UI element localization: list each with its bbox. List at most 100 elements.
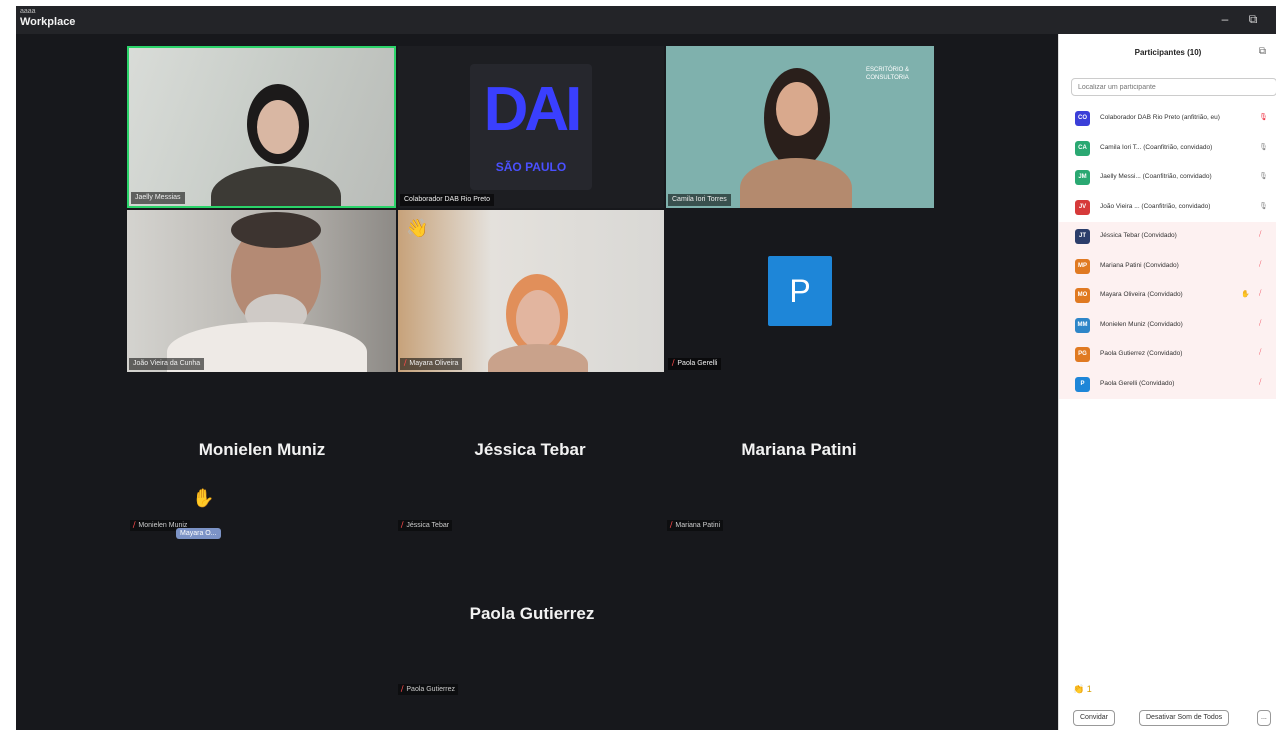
participant-row[interactable]: MP Mariana Patini (Convidado) ⧸ <box>1059 251 1276 281</box>
dai-logo-subtitle: SÃO PAULO <box>495 160 567 174</box>
video-tile-jaelly[interactable]: Jaelly Messias <box>127 46 396 208</box>
participant-face <box>776 82 818 136</box>
participant-name: Mayara Oliveira (Convidado) <box>1100 291 1183 298</box>
restore-button[interactable]: ⧉ <box>1242 10 1264 28</box>
mic-off-icon[interactable]: ⧸ <box>1259 349 1261 357</box>
mic-off-icon: ⧸ <box>404 360 407 367</box>
participant-row[interactable]: PG Paola Gutierrez (Convidado) ⧸ <box>1059 340 1276 370</box>
video-stage: Jaelly Messias DAI SÃO PAULO Colaborador… <box>16 34 1056 730</box>
mic-icon[interactable]: 🎙 <box>1259 143 1268 151</box>
participant-name: Monielen Muniz (Convidado) <box>1100 320 1183 328</box>
participant-row[interactable]: JT Jéssica Tebar (Convidado) ⧸ <box>1059 222 1276 252</box>
participant-name-tag: Camila Iori Torres <box>668 194 731 206</box>
mic-icon[interactable]: 🎙 <box>1259 113 1268 121</box>
participant-name-tag: Colaborador DAB Rio Preto <box>400 194 494 206</box>
avatar: P <box>768 256 832 326</box>
video-tile-paola-gerelli[interactable]: P ⧸ Paola Gerelli <box>666 210 934 372</box>
participant-row[interactable]: MO Mayara Oliveira (Convidado) ✋ ⧸ <box>1059 281 1276 311</box>
participant-name-tag: ⧸ Mariana Patini <box>667 520 724 531</box>
mic-off-icon: ⧸ <box>672 360 675 367</box>
raised-hand-icon: ✋ <box>1241 291 1250 298</box>
participant-row[interactable]: P Paola Gerelli (Convidado) ⧸ <box>1059 369 1276 399</box>
participant-name: Paola Gutierrez <box>406 686 456 693</box>
avatar: MO <box>1075 288 1090 303</box>
mute-all-button[interactable]: Desativar Som de Todos <box>1139 710 1230 726</box>
brand-caption: aaaa <box>20 8 36 15</box>
participant-list: CO Colaborador DAB Rio Preto (anfitrião, … <box>1059 104 1276 399</box>
mic-off-icon[interactable]: ⧸ <box>1259 290 1261 298</box>
app-title: Workplace <box>20 16 76 28</box>
participant-name: Mayara Oliveira <box>409 360 459 367</box>
mic-off-icon: ⧸ <box>401 686 404 693</box>
participant-row[interactable]: CA Camila Iori T... (Coanfitrião, convida… <box>1059 134 1276 164</box>
video-tile-mayara[interactable]: 👋 ⧸ Mayara Oliveira <box>398 210 664 372</box>
mic-off-icon[interactable]: ⧸ <box>1259 320 1261 328</box>
participant-name: Camila Iori T... (Coanfitrião, convidado… <box>1100 143 1213 151</box>
participant-name: Jéssica Tebar <box>406 522 450 529</box>
participant-name: Colaborador DAB Rio Preto (anfitrião, eu… <box>1100 114 1220 121</box>
avatar: MP <box>1075 258 1090 274</box>
audio-only-name-mariana: Mariana Patini <box>741 440 857 459</box>
participant-body <box>488 344 588 372</box>
dai-logo-text: DAI <box>483 75 583 144</box>
more-options-button[interactable]: ... <box>1257 710 1271 726</box>
audio-only-name-paola-gutierrez: Paola Gutierrez <box>469 604 595 623</box>
panel-title: Participantes (10) <box>1134 48 1202 57</box>
participant-name-tag: ⧸ Jéssica Tebar <box>398 520 453 531</box>
meeting-window: aaaa Workplace – ⧉ Jaelly Messias DAI SÃ… <box>16 6 1276 730</box>
participant-name: Paola Gutierrez (Convidado) <box>1100 350 1183 357</box>
participant-row[interactable]: JM Jaelly Messi... (Coanfitrião, convidad… <box>1059 163 1276 193</box>
participant-body <box>211 166 341 206</box>
avatar: MM <box>1075 317 1090 333</box>
mic-off-icon: ⧸ <box>133 522 136 529</box>
participant-face <box>257 100 299 154</box>
participant-row[interactable]: CO Colaborador DAB Rio Preto (anfitrião, … <box>1059 104 1276 134</box>
avatar: JT <box>1075 229 1090 244</box>
popout-icon[interactable]: ⧉ <box>1259 46 1266 57</box>
participant-name: Paola Gerelli (Convidado) <box>1100 379 1175 387</box>
invite-button[interactable]: Convidar <box>1073 710 1116 726</box>
audio-only-name-jessica: Jéssica Tebar <box>474 440 586 459</box>
mic-off-icon[interactable]: ⧸ <box>1259 231 1261 239</box>
participant-name-tag: ⧸ Paola Gerelli <box>668 358 722 370</box>
video-tile-colaborador[interactable]: DAI SÃO PAULO Colaborador DAB Rio Preto <box>398 46 664 208</box>
avatar: PG <box>1075 347 1090 362</box>
hover-tooltip: Mayara O... <box>176 528 221 539</box>
participant-body <box>740 158 852 208</box>
participant-name: Paola Gerelli <box>677 360 718 367</box>
participant-name: Jéssica Tebar (Convidado) <box>1100 232 1177 239</box>
dai-logo: DAI SÃO PAULO <box>470 64 592 190</box>
participant-face <box>516 290 560 348</box>
raised-hand-icon: 👋 <box>406 218 429 238</box>
reactions-count: 👏 1 <box>1073 684 1092 694</box>
title-bar: aaaa Workplace – ⧉ <box>16 6 1276 34</box>
minimize-button[interactable]: – <box>1214 10 1236 28</box>
participant-name-tag: João Vieira da Cunha <box>129 358 205 370</box>
audio-only-name-monielen: Monielen Muniz <box>198 440 326 459</box>
video-tile-joao[interactable]: João Vieira da Cunha <box>127 210 396 372</box>
video-tile-camila[interactable]: ESCRITÓRIO & CONSULTORIA Camila Iori Tor… <box>666 46 934 208</box>
mic-icon[interactable]: 🎙 <box>1259 202 1268 210</box>
avatar: JV <box>1075 199 1090 215</box>
participant-row[interactable]: JV João Vieira ... (Coanfitrião, convidad… <box>1059 193 1276 223</box>
mic-off-icon: ⧸ <box>401 522 404 529</box>
participant-name: Mariana Patini <box>675 522 721 529</box>
participant-name-tag: ⧸ Mayara Oliveira <box>400 358 463 370</box>
participants-panel: Participantes (10) ⧉ CO Colaborador DAB R… <box>1058 34 1276 730</box>
participant-name: Jaelly Messi... (Coanfitrião, convidado) <box>1100 173 1212 180</box>
raised-hand-icon: ✋ <box>192 488 215 508</box>
mic-off-icon[interactable]: ⧸ <box>1259 261 1261 269</box>
mic-off-icon: ⧸ <box>670 522 673 529</box>
avatar: JM <box>1075 170 1090 185</box>
avatar: CO <box>1075 111 1090 126</box>
company-badge: ESCRITÓRIO & CONSULTORIA <box>866 67 910 81</box>
participant-search-input[interactable] <box>1071 78 1276 96</box>
mic-icon[interactable]: 🎙 <box>1259 172 1268 180</box>
participant-name: Mariana Patini (Convidado) <box>1100 261 1179 269</box>
avatar: P <box>1075 376 1090 392</box>
participant-hair <box>231 212 321 248</box>
participant-name-tag: ⧸ Paola Gutierrez <box>398 684 459 695</box>
participant-row[interactable]: MM Monielen Muniz (Convidado) ⧸ <box>1059 310 1276 340</box>
mic-off-icon[interactable]: ⧸ <box>1259 379 1261 387</box>
participant-name: João Vieira ... (Coanfitrião, convidado) <box>1100 202 1211 210</box>
